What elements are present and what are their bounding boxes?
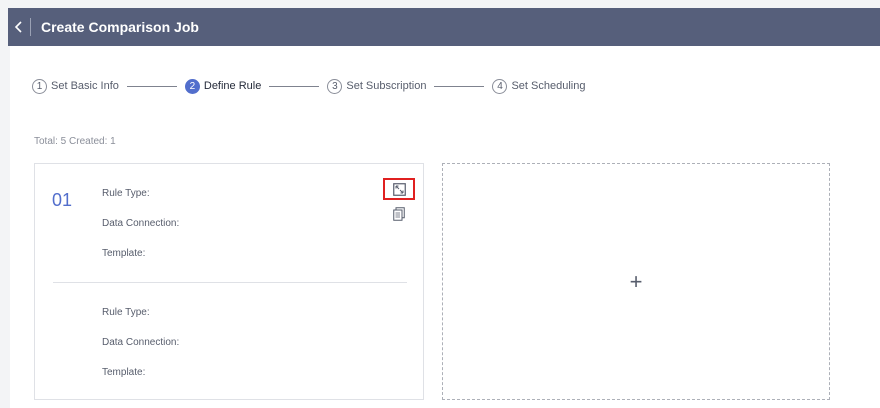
data-connection-label: Data Connection: [102,218,180,229]
step-connector [126,85,177,87]
rule-count-summary: Total: 5 Created: 1 [34,136,116,147]
step-3: 3 Set Subscription [327,78,427,94]
page-title: Create Comparison Job [41,19,199,35]
rule-index: 01 [52,190,73,210]
step-1: 1 Set Basic Info [32,78,119,94]
expand-icon [392,182,406,196]
step-4-label: Set Scheduling [511,80,586,92]
rule-card[interactable]: 01 Rule Type: Data Connection: Template:… [34,163,424,400]
data-connection-label: Data Connection: [102,337,180,348]
expand-button[interactable] [383,178,415,200]
step-progress: 1 Set Basic Info 2 Define Rule 3 Set Sub… [32,76,585,96]
add-rule-card[interactable]: + [442,163,830,400]
copy-button[interactable] [392,206,406,222]
step-1-label: Set Basic Info [51,80,119,92]
plus-icon: + [629,268,643,294]
chevron-left-icon [14,21,22,33]
header-divider [30,18,31,36]
page-header: Create Comparison Job [8,8,880,46]
main-content: 1 Set Basic Info 2 Define Rule 3 Set Sub… [10,46,880,408]
template-label: Template: [102,367,146,378]
step-4-number: 4 [492,78,508,94]
step-3-label: Set Subscription [346,80,427,92]
step-connector [434,85,485,87]
step-connector [269,85,320,87]
rule-type-label: Rule Type: [102,188,150,199]
step-2-label: Define Rule [203,80,262,92]
step-3-number: 3 [327,78,343,94]
step-2: 2 Define Rule [184,78,262,94]
rule-type-label: Rule Type: [102,307,150,318]
step-1-number: 1 [32,78,47,94]
step-2-number: 2 [184,78,200,94]
step-4: 4 Set Scheduling [492,78,586,94]
copy-icon [393,207,405,221]
card-divider [53,282,407,283]
template-label: Template: [102,248,146,259]
back-button[interactable] [8,8,30,46]
